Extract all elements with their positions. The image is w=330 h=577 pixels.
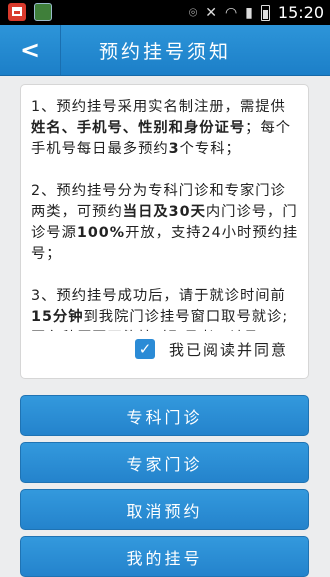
notice-text[interactable]: 1、预约挂号采用实名制注册，需提供姓名、手机号、性别和身份证号；每个手机号每日最… [31,97,300,331]
specialty-clinic-button[interactable]: 专科门诊 [20,395,309,436]
agree-label: 我已阅读并同意 [169,340,289,359]
my-appointments-button[interactable]: 我的挂号 [20,536,309,577]
notice-paragraph-1: 1、预约挂号采用实名制注册，需提供姓名、手机号、性别和身份证号；每个手机号每日最… [31,99,292,157]
back-arrow-icon: < [19,36,41,64]
signal-icon: ▮ [245,4,253,21]
notice-paragraph-3: 3、预约挂号成功后，请于就诊时间前15分钟到我院门诊挂号窗口取号就诊;因各种原因… [31,288,289,331]
status-bar: ⌾ ✕ ◠ ▮ 15:20 [0,0,330,25]
back-button[interactable]: < [0,25,61,75]
location-icon: ⌾ [188,4,198,21]
page-title: 预约挂号须知 [98,40,231,63]
title-bar: < 预约挂号须知 [0,25,330,76]
agree-checkbox[interactable]: ✓ [135,339,155,359]
notice-card: 1、预约挂号采用实名制注册，需提供姓名、手机号、性别和身份证号；每个手机号每日最… [20,84,309,379]
cancel-appointment-button[interactable]: 取消预约 [20,489,309,530]
status-time: 15:20 [277,3,324,22]
notification-app-icon [8,3,26,21]
wifi-icon: ◠ [224,4,238,21]
agree-row[interactable]: ✓ 我已阅读并同意 [135,337,288,361]
notification-image-icon [34,3,52,21]
expert-clinic-button[interactable]: 专家门诊 [20,442,309,483]
battery-icon [260,4,270,21]
check-icon: ✓ [138,340,152,358]
notice-paragraph-2: 2、预约挂号分为专科门诊和专家门诊两类，可预约当日及30天内门诊号，门诊号源10… [31,183,299,262]
mute-icon: ✕ [205,4,217,21]
